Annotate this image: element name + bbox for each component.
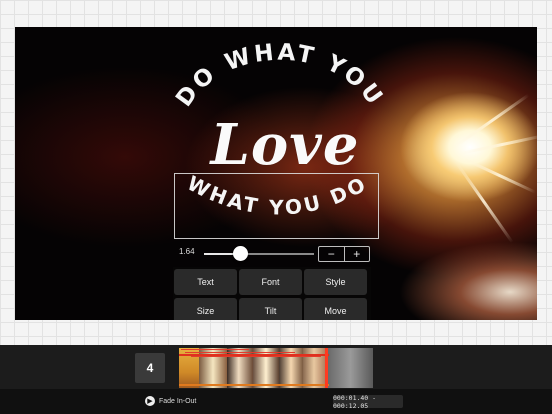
transition-label: Fade In-Out <box>159 397 197 405</box>
title-track-marker <box>185 352 295 353</box>
transition-icon: ▶ <box>145 396 155 406</box>
move-button[interactable]: Move <box>304 298 367 320</box>
font-button[interactable]: Font <box>239 269 302 295</box>
size-button[interactable]: Size <box>174 298 237 320</box>
filmstrip-frame <box>328 348 373 388</box>
slider-thumb[interactable] <box>233 246 249 261</box>
timeline: 4 <box>0 345 552 389</box>
clip-count-badge[interactable]: 4 <box>135 353 165 383</box>
decrease-button[interactable]: − <box>319 247 344 261</box>
edit-menu: Text Font Style Size Tilt Move <box>173 267 371 320</box>
video-canvas[interactable]: DO WHAT YOU Love WHAT YOU DO 1.64 − + Te… <box>15 27 537 320</box>
title-track-marker <box>181 349 249 350</box>
size-stepper[interactable]: − + <box>318 246 370 262</box>
increase-button[interactable]: + <box>343 247 370 261</box>
slider-track[interactable] <box>204 246 314 261</box>
transition-button[interactable]: ▶ Fade In-Out <box>145 396 196 406</box>
slider-value-label: 1.64 <box>179 247 195 256</box>
tilt-button[interactable]: Tilt <box>239 298 302 320</box>
text-selection-box[interactable] <box>174 173 379 239</box>
text-button[interactable]: Text <box>174 269 237 295</box>
playhead[interactable] <box>325 348 328 388</box>
trim-selection[interactable] <box>179 354 329 386</box>
clip-filmstrip[interactable] <box>179 348 373 388</box>
bottom-toolbar: ▶ Fade In-Out 000:01.40 - 000:12.05 <box>0 389 552 414</box>
time-range-display[interactable]: 000:01.40 - 000:12.05 <box>333 394 403 410</box>
style-button[interactable]: Style <box>304 269 367 295</box>
